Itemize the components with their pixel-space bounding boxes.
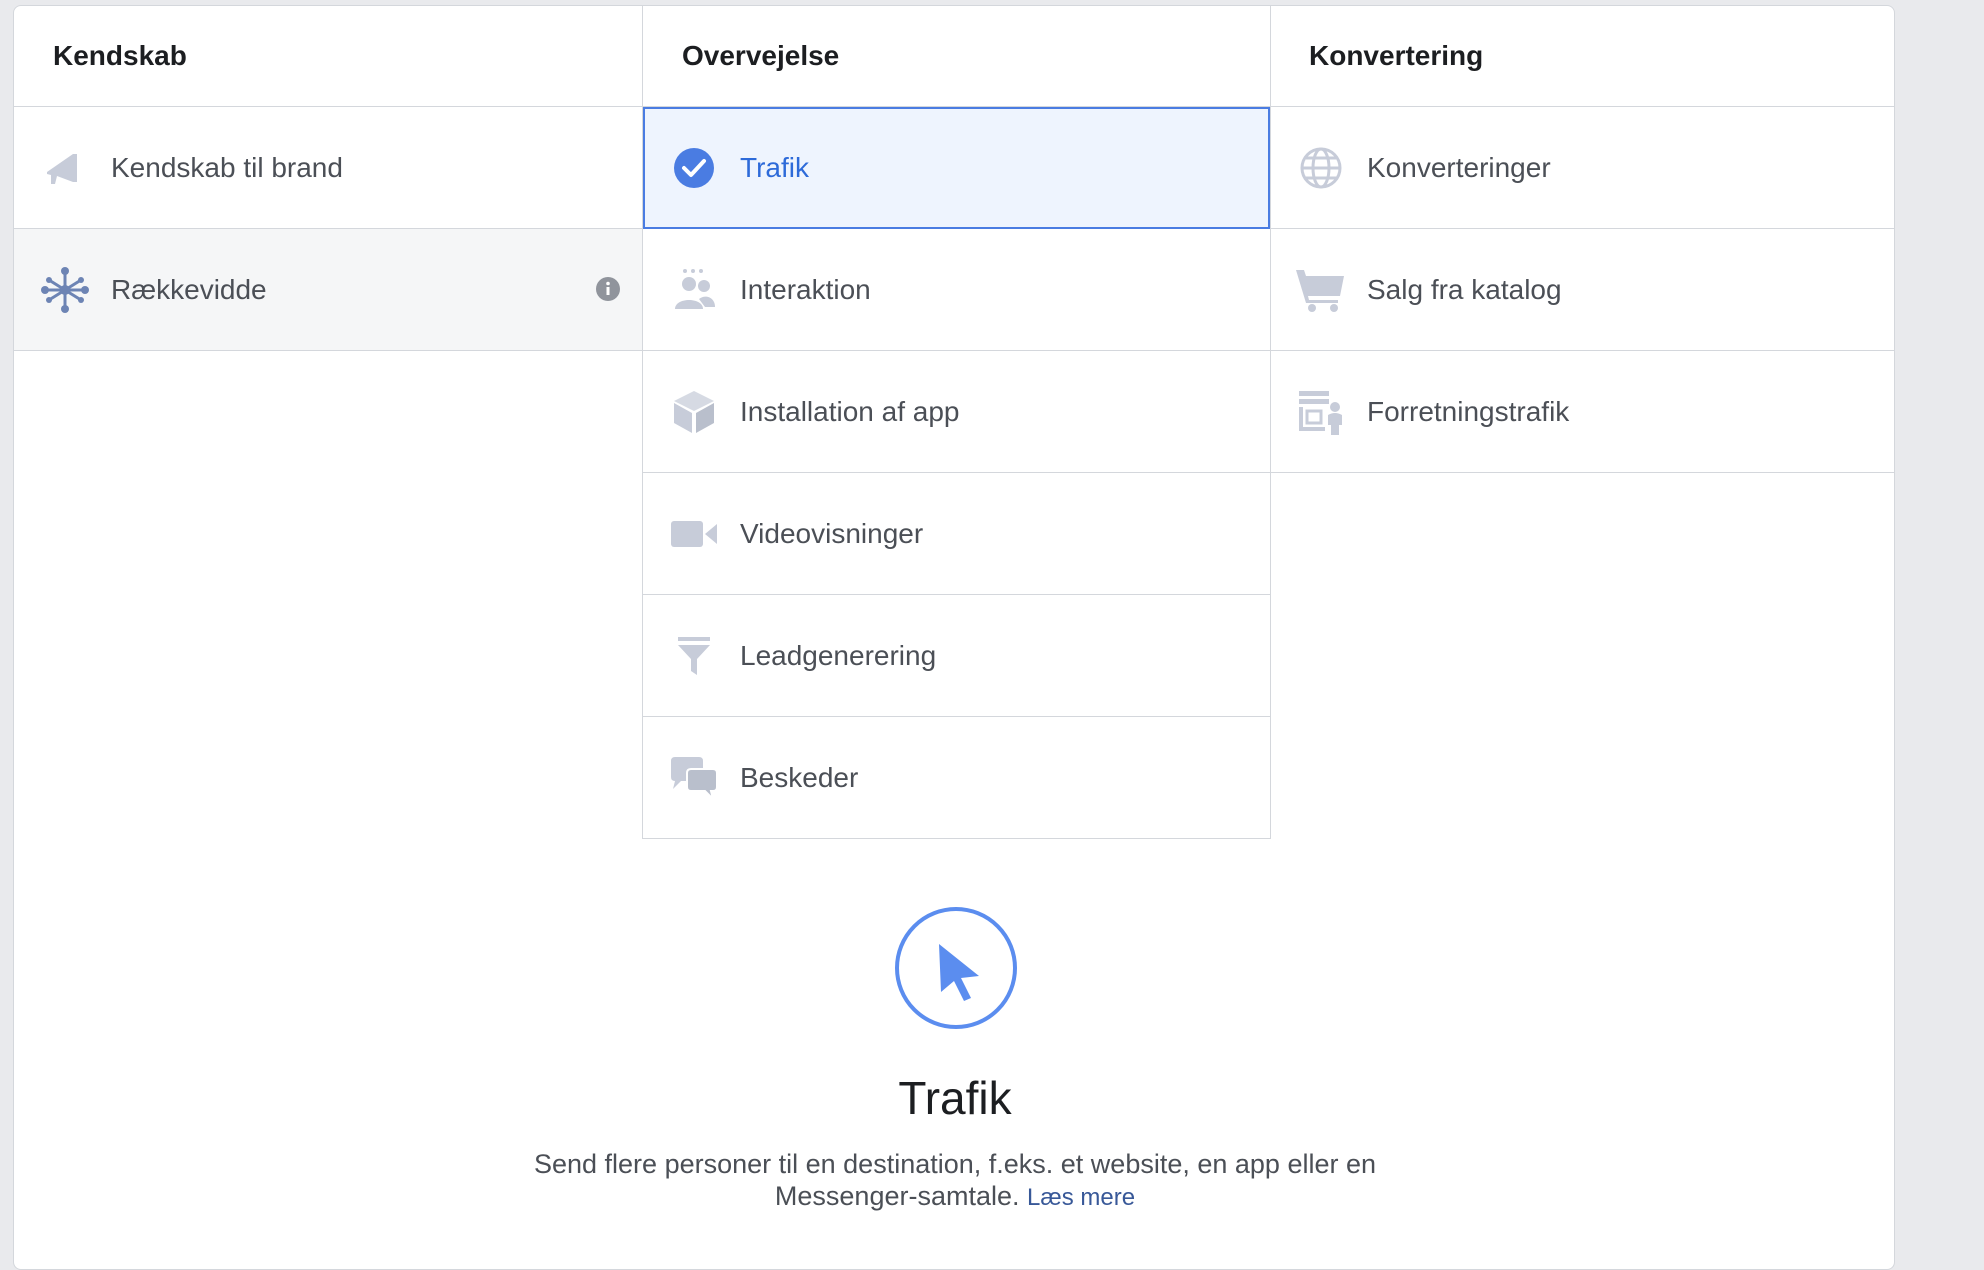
chat-bubbles-icon <box>669 753 719 803</box>
learn-more-link[interactable]: Læs mere <box>1027 1184 1135 1211</box>
detail-description-block: Send flere personer til en destination, … <box>505 1148 1405 1214</box>
conversion-header: Konvertering <box>1270 6 1894 107</box>
objective-label: Installation af app <box>740 395 960 427</box>
objective-label: Salg fra katalog <box>1367 273 1562 305</box>
objective-conversions[interactable]: Konverteringer <box>1270 107 1894 229</box>
funnel-icon <box>669 631 719 681</box>
objective-app-installs[interactable]: Installation af app <box>643 351 1270 473</box>
detail-description: Send flere personer til en destination, … <box>533 1149 1376 1211</box>
objective-label: Videovisninger <box>740 517 924 549</box>
reach-icon <box>40 265 90 315</box>
objective-store-traffic[interactable]: Forretningstrafik <box>1270 351 1894 473</box>
people-icon <box>669 265 719 315</box>
objective-label: Leadgenerering <box>740 639 937 671</box>
awareness-column: Kendskab Kendskab til brand Rækkevidde <box>14 6 642 351</box>
objective-engagement[interactable]: Interaktion <box>643 229 1270 351</box>
objective-label: Kendskab til brand <box>111 151 343 183</box>
objective-lead-generation[interactable]: Leadgenerering <box>643 595 1270 717</box>
consideration-column: Overvejelse Trafik Interaktion Installat… <box>642 6 1271 839</box>
checkmark-circle-icon <box>669 143 719 193</box>
objective-traffic[interactable]: Trafik <box>643 107 1270 229</box>
store-icon <box>1296 387 1346 437</box>
video-camera-icon <box>669 509 719 559</box>
megaphone-icon <box>40 143 90 193</box>
info-icon[interactable] <box>596 277 620 301</box>
objective-label: Rækkevidde <box>111 273 267 305</box>
shopping-cart-icon <box>1296 265 1346 315</box>
objective-reach[interactable]: Rækkevidde <box>14 229 642 351</box>
objective-panel: Kendskab Kendskab til brand Rækkevidde O… <box>13 5 1895 1270</box>
box-icon <box>669 387 719 437</box>
objective-video-views[interactable]: Videovisninger <box>643 473 1270 595</box>
consideration-header: Overvejelse <box>643 6 1270 107</box>
objective-label: Beskeder <box>740 761 859 793</box>
objective-label: Forretningstrafik <box>1367 395 1570 427</box>
awareness-header: Kendskab <box>14 6 642 107</box>
detail-title: Trafik <box>898 1072 1012 1124</box>
objective-label: Konverteringer <box>1367 151 1551 183</box>
objective-catalog-sales[interactable]: Salg fra katalog <box>1270 229 1894 351</box>
objective-label: Trafik <box>740 151 809 183</box>
conversion-column: Konvertering Konverteringer Salg fra kat… <box>1270 6 1894 473</box>
cursor-icon <box>894 906 1018 1030</box>
objective-brand-awareness[interactable]: Kendskab til brand <box>14 107 642 229</box>
globe-icon <box>1296 143 1346 193</box>
objective-label: Interaktion <box>740 273 871 305</box>
objective-messages[interactable]: Beskeder <box>643 717 1270 839</box>
